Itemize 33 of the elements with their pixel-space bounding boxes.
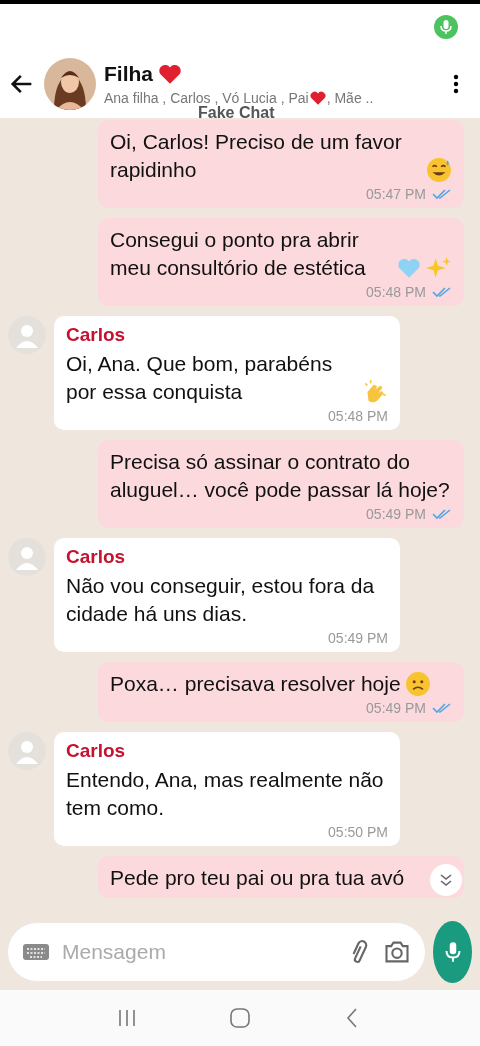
message-text: Precisa só assinar o contrato do aluguel… você pode passar lá hoje? bbox=[110, 449, 451, 503]
sender-name: Carlos bbox=[66, 546, 127, 568]
chat-title: Filha bbox=[104, 62, 153, 86]
message-time: 05:49 PM bbox=[366, 506, 426, 522]
message-time: 05:48 PM bbox=[328, 408, 388, 424]
message-text: Oi, Ana. Que bom, parabéns por essa conquista bbox=[66, 351, 334, 405]
message-text: Pede pro teu pai ou pra tua avó bbox=[110, 865, 405, 891]
message-text: Oi, Carlos! Preciso de um favor rapidinho bbox=[110, 129, 403, 183]
clapping-hands-icon bbox=[362, 379, 388, 405]
message-text: Entendo, Ana, mas realmente não tem como. bbox=[66, 767, 385, 821]
avatar-icon bbox=[8, 316, 46, 354]
sender-name: Carlos bbox=[66, 324, 127, 346]
message-field[interactable]: Mensagem bbox=[8, 923, 425, 981]
message-time: 05:47 PM bbox=[366, 186, 426, 202]
message-text: Não vou conseguir, estou fora da cidade há uns dias. bbox=[66, 573, 376, 627]
message-time: 05:49 PM bbox=[366, 700, 426, 716]
message-text: Consegui o ponto pra abrir meu consultório de estética bbox=[110, 227, 367, 281]
chevrons-down-icon bbox=[438, 872, 454, 888]
frowning-face-icon bbox=[404, 671, 431, 697]
heart-icon bbox=[308, 89, 327, 107]
avatar-icon bbox=[8, 538, 46, 576]
participants-text: Ana filha , Carlos , Vó Lucia , Pai bbox=[104, 90, 309, 106]
home-icon[interactable] bbox=[227, 1005, 253, 1031]
message-time: 05:48 PM bbox=[366, 284, 426, 300]
avatar-icon bbox=[8, 732, 46, 770]
app-label: Fake Chat bbox=[198, 104, 275, 122]
message-text: Poxa… precisava resolver hoje bbox=[110, 671, 401, 697]
message-time: 05:49 PM bbox=[328, 630, 388, 646]
message-time: 05:50 PM bbox=[328, 824, 388, 840]
participants-text: , Mãe .. bbox=[326, 90, 374, 106]
sweat-smile-icon bbox=[426, 157, 452, 183]
microphone-icon bbox=[434, 15, 458, 39]
sender-name: Carlos bbox=[66, 740, 127, 762]
